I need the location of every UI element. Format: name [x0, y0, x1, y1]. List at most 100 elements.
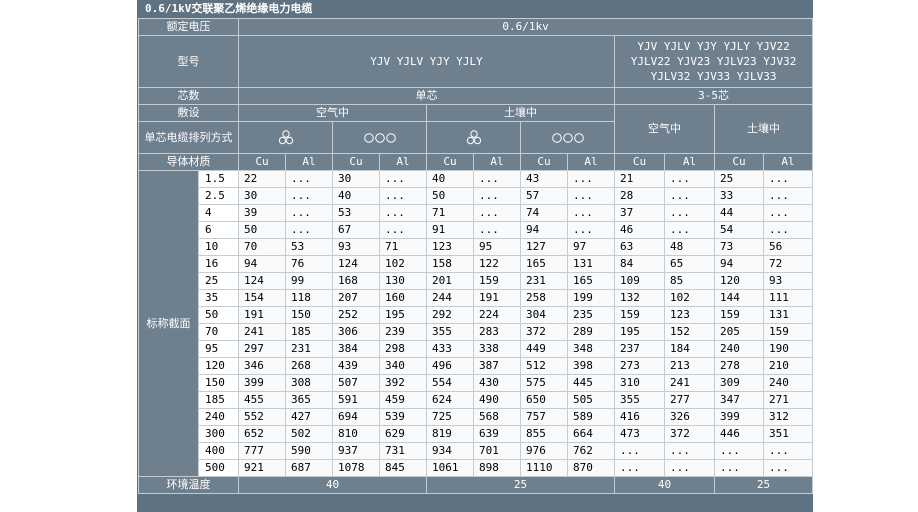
table-row: 2.5 30... 40... 50... 57... 28... 33...	[139, 187, 814, 205]
ampacity-value: ...	[567, 187, 615, 205]
ampacity-value: 701	[473, 442, 521, 460]
ampacity-value: 195	[379, 306, 427, 324]
ampacity-value: 159	[614, 306, 665, 324]
ampacity-value: 568	[473, 408, 521, 426]
ampacity-value: 94	[520, 221, 568, 239]
ampacity-value: 552	[238, 408, 286, 426]
ampacity-value: 819	[426, 425, 474, 443]
ampacity-value: 74	[520, 204, 568, 222]
conductor-cu-header: Cu	[332, 153, 380, 171]
ampacity-value: 490	[473, 391, 521, 409]
ampacity-value: 473	[614, 425, 665, 443]
ampacity-value: ...	[473, 187, 521, 205]
ampacity-value: 304	[520, 306, 568, 324]
ampacity-value: 241	[238, 323, 286, 341]
cross-section-size: 300	[198, 425, 239, 443]
table-row: 16 94 76 124 102 158 122 165 131 84 65 94 72	[139, 255, 814, 273]
ampacity-value: 445	[567, 374, 615, 392]
ambient-temp-multi-air: 40	[614, 476, 715, 494]
trefoil-arrangement-icon	[426, 121, 521, 154]
ambient-temp-multi-soil: 25	[713, 476, 814, 494]
ampacity-value: ...	[762, 187, 814, 205]
ampacity-value: 131	[762, 306, 814, 324]
ampacity-value: 53	[285, 238, 333, 256]
ampacity-value: 292	[426, 306, 474, 324]
ampacity-value: 213	[664, 357, 715, 375]
ampacity-value: ...	[664, 187, 715, 205]
cross-section-size: 1.5	[198, 170, 239, 188]
ampacity-value: 346	[238, 357, 286, 375]
cross-section-size: 240	[198, 408, 239, 426]
ampacity-value: 21	[614, 170, 665, 188]
ampacity-value: 384	[332, 340, 380, 358]
ambient-temp-single-air: 40	[238, 476, 427, 494]
ampacity-value: 131	[567, 255, 615, 273]
ampacity-value: 123	[426, 238, 474, 256]
ampacity-value: 71	[379, 238, 427, 256]
ampacity-value: 624	[426, 391, 474, 409]
table-row: 70 241 185 306 239 355 283 372 289 195 152 205 159	[139, 323, 814, 341]
ampacity-value: 95	[473, 238, 521, 256]
table-row: 50 191 150 252 195 292 224 304 235 159 123 159 131	[139, 306, 814, 324]
ampacity-value: 762	[567, 442, 615, 460]
ampacity-value: 84	[614, 255, 665, 273]
cross-section-size: 4	[198, 204, 239, 222]
ampacity-value: 496	[426, 357, 474, 375]
ampacity-value: 348	[567, 340, 615, 358]
ampacity-value: 392	[379, 374, 427, 392]
ampacity-value: 898	[473, 459, 521, 477]
cross-section-size: 95	[198, 340, 239, 358]
table-row: 500 921 687 1078 845 1061 898 1110 870..........…	[139, 459, 814, 477]
model-row: 型号 YJV YJLV YJY YJLY YJV YJLV YJY YJLY Y…	[138, 35, 814, 88]
ampacity-value: 231	[520, 272, 568, 290]
laying-row: 敷设 空气中 土壤中 空气中 土壤中	[138, 104, 814, 154]
ampacity-value: 240	[714, 340, 764, 358]
cross-section-size: 16	[198, 255, 239, 273]
ampacity-value: 67	[332, 221, 380, 239]
ampacity-value: 185	[285, 323, 333, 341]
ampacity-value: 505	[567, 391, 615, 409]
ampacity-value: 459	[379, 391, 427, 409]
ampacity-value: 54	[714, 221, 764, 239]
ampacity-value: ...	[285, 204, 333, 222]
ampacity-value: 297	[238, 340, 286, 358]
ampacity-value: 731	[379, 442, 427, 460]
cross-section-size: 150	[198, 374, 239, 392]
ampacity-value: 258	[520, 289, 568, 307]
conductor-cu-header: Cu	[614, 153, 665, 171]
table-row: 95 297 231 384 298 433 338 449 348 237 184 240 190	[139, 340, 814, 358]
ampacity-value: 937	[332, 442, 380, 460]
ambient-temperature-label: 环境温度	[138, 476, 239, 494]
ampacity-value: 921	[238, 459, 286, 477]
table-row: 185 455 365 591 459 624 490 650 505 355 277 347 271	[139, 391, 814, 409]
ampacity-value: 201	[426, 272, 474, 290]
ampacity-value: 725	[426, 408, 474, 426]
ampacity-value: 56	[762, 238, 814, 256]
ampacity-value: 28	[614, 187, 665, 205]
ampacity-table: 额定电压 0.6/1kv 型号 YJV YJLV YJY YJLY YJV YJ…	[138, 18, 814, 494]
ampacity-value: 289	[567, 323, 615, 341]
conductor-al-header: Al	[473, 153, 521, 171]
ampacity-value: ...	[567, 170, 615, 188]
table-row: 400 777 590 937 731 934 701 976 762............	[139, 442, 814, 460]
cross-section-size: 185	[198, 391, 239, 409]
ampacity-value: 278	[714, 357, 764, 375]
ampacity-value: 168	[332, 272, 380, 290]
ampacity-value: ...	[664, 442, 715, 460]
ampacity-value: ...	[762, 170, 814, 188]
ampacity-value: ...	[614, 442, 665, 460]
ampacity-value: 120	[714, 272, 764, 290]
ampacity-value: 39	[238, 204, 286, 222]
ampacity-value: 446	[714, 425, 764, 443]
ampacity-value: 398	[567, 357, 615, 375]
ampacity-value: 111	[762, 289, 814, 307]
ampacity-value: ...	[664, 459, 715, 477]
ampacity-value: 37	[614, 204, 665, 222]
table-row: 25 124 99 168 130 201 159 231 165 109 85 120 93	[139, 272, 814, 290]
document-title: 0.6/1kV交联聚乙烯绝缘电力电缆	[145, 2, 313, 15]
ampacity-value: 159	[473, 272, 521, 290]
model-label: 型号	[138, 35, 239, 88]
ampacity-value: ...	[614, 459, 665, 477]
ampacity-value: 30	[238, 187, 286, 205]
ampacity-value: 94	[238, 255, 286, 273]
